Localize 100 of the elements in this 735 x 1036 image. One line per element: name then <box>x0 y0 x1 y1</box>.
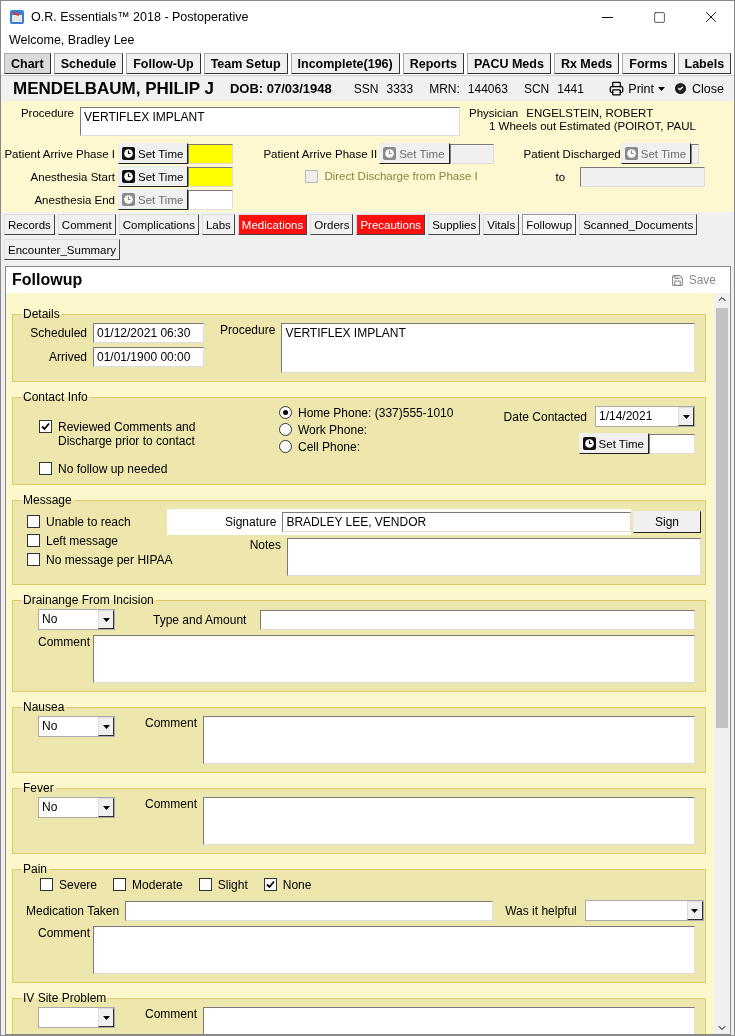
time-field[interactable] <box>188 166 234 187</box>
scn-value: 1441 <box>557 81 584 96</box>
nav-tab[interactable]: Incomplete(196) <box>290 53 400 74</box>
checkbox[interactable] <box>198 878 212 891</box>
dropdown[interactable]: No <box>38 716 115 737</box>
comment-field[interactable] <box>203 797 695 845</box>
section-title: IV Site Problem <box>22 991 108 1005</box>
nav-tab[interactable]: Schedule <box>53 53 124 74</box>
field-label: Was it helpful <box>505 903 577 918</box>
comment-field[interactable] <box>203 1007 695 1034</box>
record-tab[interactable]: Precautions <box>356 214 426 235</box>
scrollbar-thumb[interactable] <box>716 308 728 728</box>
procedure-field[interactable]: VERTIFLEX IMPLANT <box>80 107 460 136</box>
record-tab[interactable]: Vitals <box>483 214 520 235</box>
field-label: Signature <box>225 515 277 529</box>
dropdown[interactable]: No <box>38 797 115 818</box>
record-tab[interactable]: Encounter_Summary <box>4 239 121 260</box>
maximize-icon <box>652 10 666 24</box>
type-amount-field[interactable] <box>260 609 695 630</box>
radio-button[interactable] <box>279 423 292 436</box>
dropdown-arrow-icon <box>102 617 110 622</box>
radio-button[interactable] <box>279 406 292 419</box>
time-field[interactable] <box>188 143 234 164</box>
record-tab[interactable]: Followup <box>522 214 577 235</box>
panel-title: Followup <box>12 271 83 289</box>
set-time-button[interactable]: Set Time <box>578 433 649 454</box>
checkbox-label: Unable to reach <box>46 515 131 529</box>
radio-label: Work Phone: <box>298 423 368 437</box>
field-label: Medication Taken <box>26 903 120 918</box>
radio-button[interactable] <box>279 440 292 453</box>
set-time-button[interactable]: Set Time <box>118 143 189 164</box>
close-link[interactable]: Close <box>669 81 728 96</box>
field-label: Anesthesia Start <box>29 170 115 183</box>
time-field[interactable] <box>691 143 700 164</box>
comment-field[interactable] <box>287 538 701 576</box>
record-tab[interactable]: Supplies <box>428 214 481 235</box>
comment-field[interactable] <box>203 716 695 764</box>
record-tab[interactable]: Labs <box>201 214 235 235</box>
save-button[interactable]: Save <box>664 272 722 288</box>
section-title: Fever <box>22 781 55 795</box>
time-field[interactable] <box>449 143 494 164</box>
checkbox[interactable] <box>39 420 52 433</box>
sign-button[interactable]: Sign <box>633 511 701 533</box>
arrived-field[interactable]: 01/01/1900 00:00 <box>93 347 204 367</box>
signature-field[interactable]: BRADLEY LEE, VENDOR <box>282 512 631 532</box>
checkbox[interactable] <box>39 462 52 475</box>
field-label: Arrived <box>48 350 87 364</box>
checkbox[interactable] <box>263 878 277 891</box>
nav-tab[interactable]: Team Setup <box>203 53 288 74</box>
dropdown[interactable] <box>38 1007 115 1028</box>
radio-label: Cell Phone: <box>298 440 361 454</box>
to-field[interactable] <box>580 166 706 187</box>
field-label: to <box>555 170 566 183</box>
nav-tab[interactable]: Rx Meds <box>553 53 620 74</box>
dropdown-arrow-icon <box>102 724 110 729</box>
comment-field[interactable] <box>93 926 695 974</box>
nav-tab[interactable]: Chart <box>4 53 51 74</box>
record-tab[interactable]: Scanned_Documents <box>579 214 698 235</box>
physician-value: ENGELSTEIN, ROBERT <box>526 107 654 119</box>
checkbox[interactable] <box>40 878 53 891</box>
dropdown[interactable]: 1/14/2021 <box>595 406 695 427</box>
clock-icon <box>122 147 135 160</box>
field-label: Comment <box>145 797 197 811</box>
record-tab[interactable]: Complications <box>118 214 199 235</box>
clock-icon <box>624 147 638 160</box>
nav-tab[interactable]: Labels <box>677 53 732 74</box>
field-label: Type and Amount <box>153 612 247 627</box>
welcome-text: Welcome, Bradley Lee <box>1 33 734 51</box>
anesthesiologist-value: POIROT, PAUL <box>617 120 696 132</box>
dropdown[interactable]: No <box>38 609 115 630</box>
record-tab[interactable]: Medications <box>237 214 308 235</box>
field-label: Patient Discharged <box>523 147 621 160</box>
checkbox-label: Severe <box>59 878 98 892</box>
record-tab[interactable]: Orders <box>310 214 354 235</box>
medication-field[interactable] <box>125 900 494 921</box>
nav-tab[interactable]: Forms <box>622 53 675 74</box>
set-time-button[interactable]: Set Time <box>118 166 189 187</box>
checkbox[interactable] <box>27 534 40 547</box>
print-button[interactable]: Print <box>605 81 670 96</box>
procedure-field[interactable]: VERTIFLEX IMPLANT <box>281 323 695 373</box>
window-title: O.R. Essentials™ 2018 - Postoperative <box>31 10 250 24</box>
field-label: Procedure <box>19 107 74 119</box>
scrollbar[interactable] <box>714 293 730 1034</box>
field-label: MRN: <box>429 81 460 96</box>
checkbox[interactable] <box>27 515 40 528</box>
time-field[interactable] <box>649 433 695 454</box>
record-tab[interactable]: Records <box>4 214 55 235</box>
clock-icon <box>582 437 596 450</box>
scheduled-field[interactable]: 01/12/2021 06:30 <box>93 323 204 343</box>
record-tab[interactable]: Comment <box>57 214 116 235</box>
ssn-value: 3333 <box>386 81 414 96</box>
section-title: Message <box>22 493 73 507</box>
nav-tab[interactable]: Reports <box>402 53 464 74</box>
nav-tab[interactable]: Follow-Up <box>126 53 201 74</box>
checkbox[interactable] <box>113 878 127 891</box>
nav-tab[interactable]: PACU Meds <box>466 53 551 74</box>
clock-icon <box>383 147 397 160</box>
comment-field[interactable] <box>93 635 695 683</box>
checkbox[interactable] <box>27 553 40 566</box>
field-label: Comment <box>145 1007 197 1021</box>
